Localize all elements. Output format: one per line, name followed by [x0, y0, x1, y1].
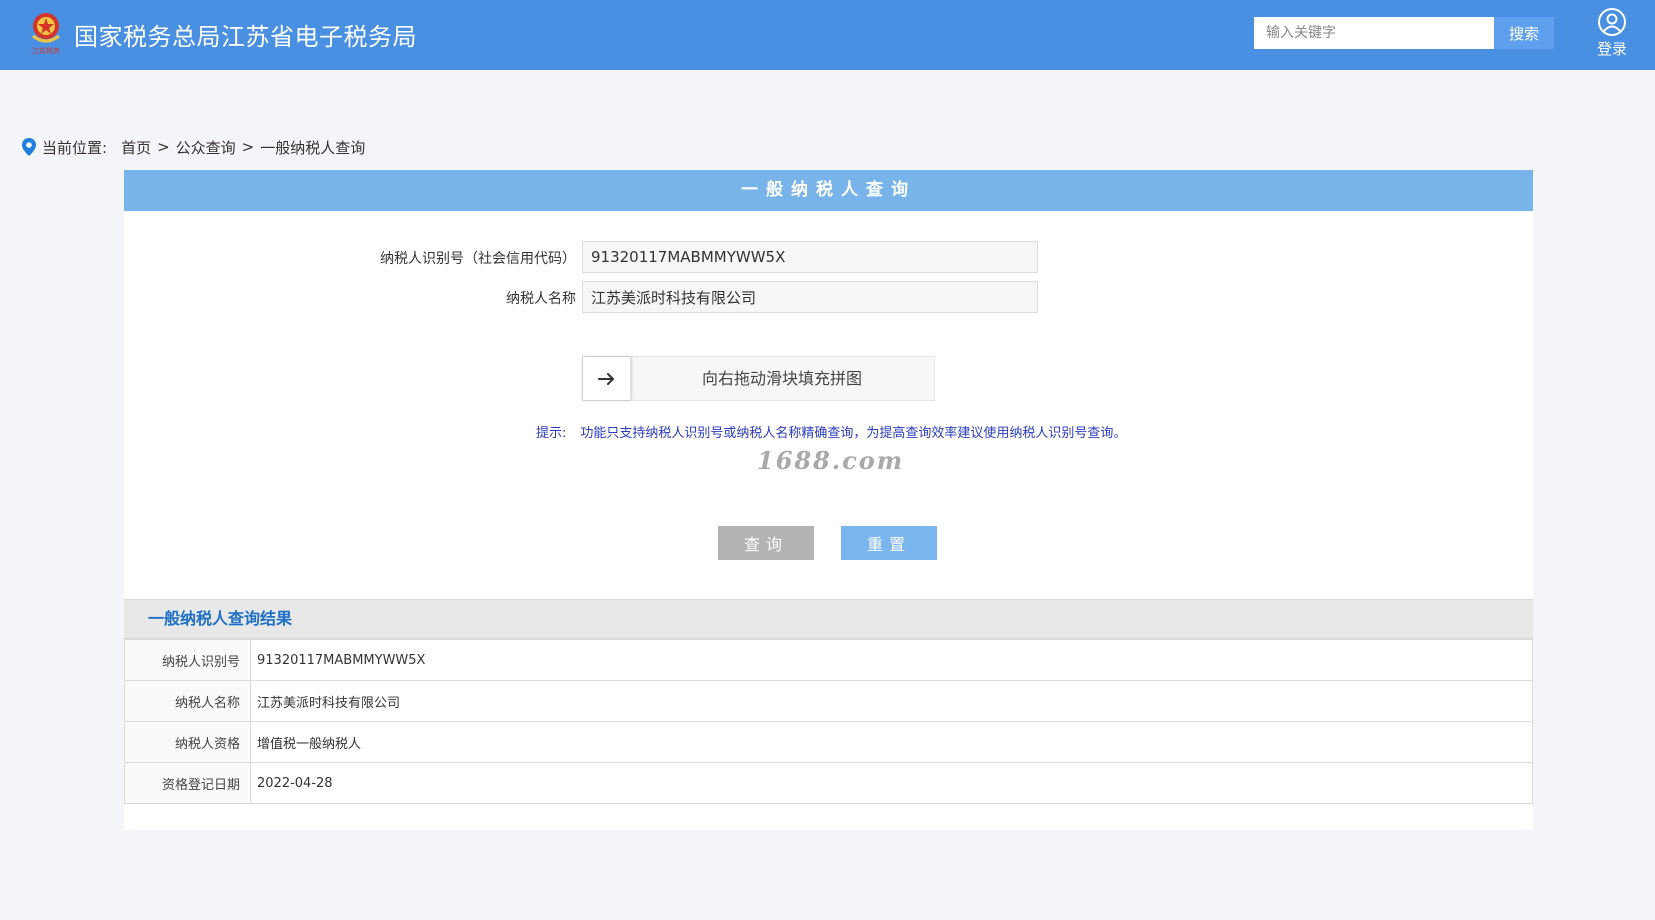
search-input[interactable] — [1254, 17, 1494, 49]
watermark: 1688.com — [757, 446, 905, 475]
arrow-right-icon — [597, 372, 614, 385]
breadcrumb-separator: > — [241, 138, 255, 156]
result-value: 91320117MABMMYWW5X — [250, 639, 1533, 681]
results-title: 一般纳税人查询结果 — [148, 609, 293, 628]
taxpayer-name-label: 纳税人名称 — [506, 291, 576, 307]
query-panel: 一般纳税人查询 纳税人识别号（社会信用代码） 纳税人名称 向右拖动滑块填充拼图 … — [124, 170, 1533, 830]
tip-text: 功能只支持纳税人识别号或纳税人名称精确查询，为提高查询效率建议使用纳税人识别号查… — [580, 426, 1127, 441]
result-value: 江苏美派时科技有限公司 — [250, 680, 1533, 722]
breadcrumb-separator: > — [157, 138, 170, 156]
result-key: 纳税人资格 — [124, 721, 251, 763]
user-avatar-icon — [1598, 8, 1626, 36]
location-pin-icon — [22, 138, 36, 156]
tax-emblem-logo: 江苏税务 — [32, 13, 60, 55]
results-table: 纳税人识别号 91320117MABMMYWW5X 纳税人名称 江苏美派时科技有… — [124, 639, 1533, 804]
breadcrumb-public-query-link[interactable]: 公众查询 — [176, 137, 236, 158]
slider-instruction: 向右拖动滑块填充拼图 — [701, 369, 862, 388]
svg-text:江苏税务: 江苏税务 — [32, 46, 60, 55]
tip-message: 提示: 功能只支持纳税人识别号或纳税人名称精确查询，为提高查询效率建议使用纳税人识… — [536, 422, 1126, 441]
taxpayer-id-label: 纳税人识别号（社会信用代码） — [380, 251, 576, 267]
slider-captcha[interactable]: 向右拖动滑块填充拼图 — [582, 356, 935, 401]
result-key: 资格登记日期 — [124, 762, 251, 804]
top-header: 江苏税务 国家税务总局江苏省电子税务局 搜索 登录 — [0, 0, 1655, 70]
login-button[interactable]: 登录 — [1594, 8, 1630, 59]
result-key: 纳税人名称 — [124, 680, 251, 722]
reset-button[interactable]: 重置 — [841, 526, 937, 560]
breadcrumb-home-link[interactable]: 首页 — [121, 137, 151, 158]
result-key: 纳税人识别号 — [124, 639, 251, 681]
results-header: 一般纳税人查询结果 — [124, 599, 1533, 639]
tip-label: 提示: — [536, 426, 567, 441]
table-row: 纳税人识别号 91320117MABMMYWW5X — [124, 639, 1533, 681]
taxpayer-name-input[interactable] — [582, 281, 1038, 313]
breadcrumb: 当前位置: 首页 > 公众查询 > 一般纳税人查询 — [22, 136, 365, 158]
query-button[interactable]: 查询 — [718, 526, 814, 560]
search-button[interactable]: 搜索 — [1494, 17, 1554, 49]
taxpayer-id-input[interactable] — [582, 241, 1038, 273]
table-row: 纳税人资格 增值税一般纳税人 — [124, 721, 1533, 763]
panel-title: 一般纳税人查询 — [124, 170, 1533, 211]
result-value: 增值税一般纳税人 — [250, 721, 1533, 763]
result-value: 2022-04-28 — [250, 762, 1533, 804]
login-label: 登录 — [1596, 40, 1627, 58]
breadcrumb-prefix: 当前位置: — [42, 138, 108, 157]
breadcrumb-current: 一般纳税人查询 — [260, 138, 366, 157]
table-row: 资格登记日期 2022-04-28 — [124, 762, 1533, 804]
site-title: 国家税务总局江苏省电子税务局 — [74, 23, 417, 51]
slider-handle[interactable] — [583, 357, 631, 400]
table-row: 纳税人名称 江苏美派时科技有限公司 — [124, 680, 1533, 722]
